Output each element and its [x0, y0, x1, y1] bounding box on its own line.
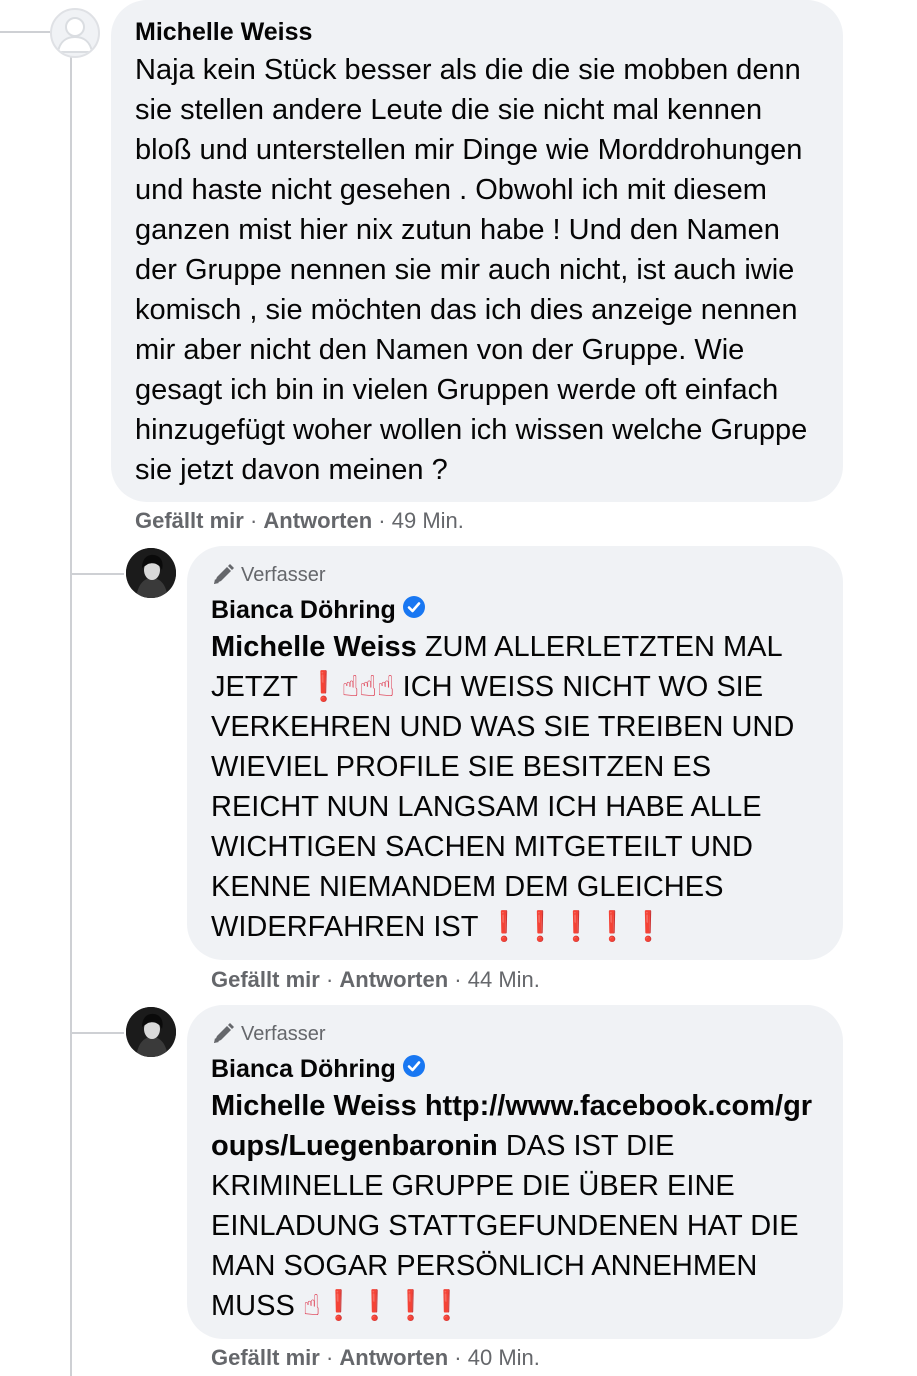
reply-author[interactable]: Bianca Döhring	[211, 596, 396, 624]
reply-button[interactable]: Antworten	[339, 1345, 448, 1370]
separator: ·	[249, 508, 258, 533]
reply-actions: Gefällt mir · Antworten · 40 Min.	[211, 1345, 540, 1371]
like-button[interactable]: Gefällt mir	[211, 967, 320, 992]
reply-button[interactable]: Antworten	[339, 967, 448, 992]
separator: ·	[378, 508, 386, 533]
reply-author-row: Bianca Döhring	[211, 1053, 819, 1086]
reply-bubble: Verfasser Bianca Döhring Michelle Weiss …	[187, 546, 843, 960]
separator: ·	[325, 967, 334, 992]
separator: ·	[454, 967, 462, 992]
comment-bubble: Michelle Weiss Naja kein Stück besser al…	[111, 0, 843, 502]
timestamp[interactable]: 44 Min.	[468, 967, 540, 992]
author-badge-label: Verfasser	[241, 563, 326, 586]
like-button[interactable]: Gefällt mir	[211, 1345, 320, 1370]
like-button[interactable]: Gefällt mir	[135, 508, 244, 533]
emoji-sequence: ☝❗❗❗❗	[302, 1290, 465, 1323]
author-photo-icon	[126, 548, 176, 598]
default-user-icon	[56, 17, 94, 53]
reply-bubble: Verfasser Bianca Döhring Michelle Weiss …	[187, 1005, 843, 1339]
emoji-sequence: ❗❗❗❗❗	[486, 911, 667, 944]
reply-button[interactable]: Antworten	[263, 508, 372, 533]
thread-line-vertical	[70, 57, 72, 1376]
profile-avatar[interactable]	[50, 8, 100, 58]
reply-actions: Gefällt mir · Antworten · 44 Min.	[211, 967, 540, 993]
author-photo-icon	[126, 1007, 176, 1057]
profile-avatar[interactable]	[126, 548, 176, 598]
separator: ·	[325, 1345, 334, 1370]
separator: ·	[454, 1345, 462, 1370]
comment-actions: Gefällt mir · Antworten · 49 Min.	[135, 508, 464, 534]
thread-connector-reply1	[70, 573, 124, 575]
reply-text: Michelle Weiss http://www.facebook.com/g…	[211, 1086, 819, 1326]
author-badge: Verfasser	[211, 560, 819, 590]
thread-connector-top	[0, 31, 50, 33]
comment-text: Naja kein Stück besser als die die sie m…	[135, 54, 808, 486]
mention-link[interactable]: Michelle Weiss	[211, 1090, 417, 1122]
verified-badge-icon	[402, 595, 426, 627]
timestamp[interactable]: 40 Min.	[468, 1345, 540, 1370]
reply-author-row: Bianca Döhring	[211, 594, 819, 627]
mention-link[interactable]: Michelle Weiss	[211, 631, 417, 663]
timestamp[interactable]: 49 Min.	[392, 508, 464, 533]
reply-text: Michelle Weiss ZUM ALLERLETZTEN MAL JETZ…	[211, 627, 819, 947]
reply-text-part: ICH WEISS NICHT WO SIE VERKEHREN UND WAS…	[211, 671, 795, 944]
verified-badge-icon	[402, 1054, 426, 1086]
profile-avatar[interactable]	[126, 1007, 176, 1057]
thread-connector-reply2	[70, 1032, 124, 1034]
pen-icon	[214, 1023, 234, 1043]
author-badge-label: Verfasser	[241, 1022, 326, 1045]
emoji-sequence: ❗☝☝☝	[305, 671, 395, 704]
comment-author[interactable]: Michelle Weiss	[135, 16, 819, 48]
pen-icon	[214, 564, 234, 584]
reply-author[interactable]: Bianca Döhring	[211, 1055, 396, 1083]
author-badge: Verfasser	[211, 1019, 819, 1049]
